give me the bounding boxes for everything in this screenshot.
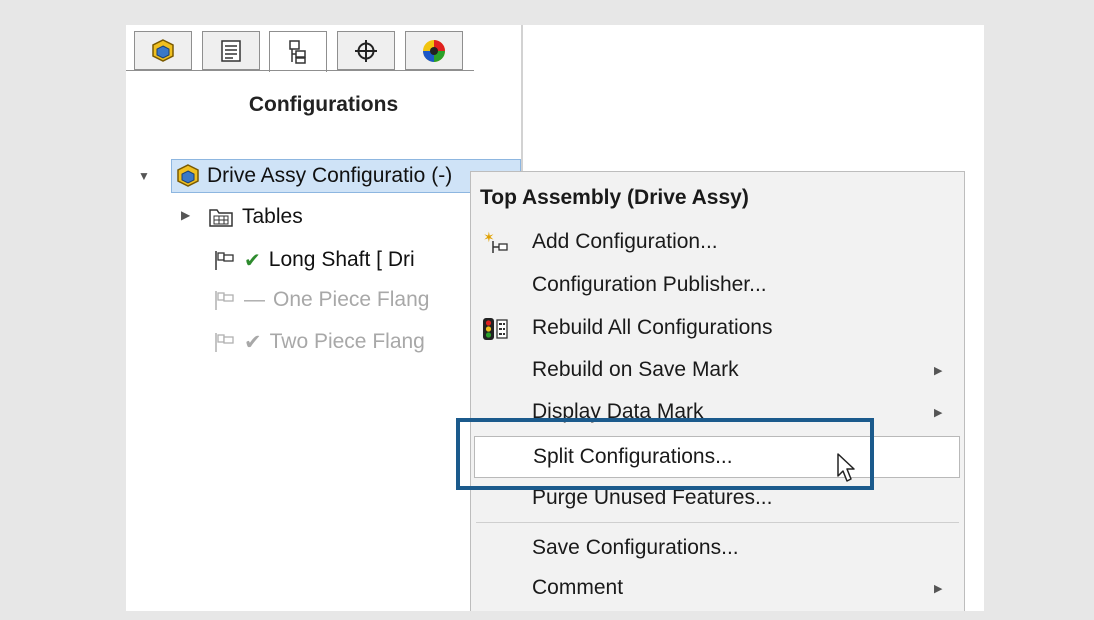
feature-manager-panel: Configurations ▼ Drive Assy Configuratio… [126, 25, 523, 611]
expand-arrow-icon[interactable]: ▶ [181, 208, 190, 222]
collapse-arrow-icon[interactable]: ▼ [138, 169, 150, 183]
submenu-arrow-icon: ▶ [934, 364, 943, 377]
check-icon: ✔ [244, 249, 261, 272]
config-row-one-piece[interactable]: — One Piece Flang [212, 283, 429, 317]
menu-item-label: Rebuild All Configurations [532, 316, 773, 339]
tab-bar-baseline [126, 70, 474, 71]
menu-item-configuration-publisher[interactable]: Configuration Publisher... [471, 267, 964, 303]
menu-item-save-configurations[interactable]: Save Configurations... [471, 530, 964, 566]
submenu-arrow-icon: ▶ [934, 582, 943, 595]
tab-property-manager[interactable] [202, 31, 260, 70]
menu-item-label: Add Configuration... [532, 230, 718, 253]
color-wheel-icon [423, 39, 445, 62]
menu-item-label: Comment [532, 576, 624, 599]
tree-root-label: Drive Assy Configuratio [207, 164, 426, 187]
config-label: Two Piece Flang [269, 330, 425, 353]
menu-item-add-configuration[interactable]: ✶ Add Configuration... [471, 224, 964, 260]
tab-configuration-manager[interactable] [269, 31, 327, 72]
dash-icon: — [244, 288, 265, 311]
config-row-two-piece[interactable]: ✔ Two Piece Flang [212, 325, 425, 359]
menu-item-label: Configuration Publisher... [532, 273, 767, 296]
menu-header: Top Assembly (Drive Assy) [480, 186, 749, 209]
assembly-icon [152, 38, 174, 62]
crosshair-icon [355, 39, 377, 62]
panel-title: Configurations [248, 93, 399, 116]
context-menu: Top Assembly (Drive Assy) ✶ Add Configur… [470, 171, 965, 611]
menu-item-label: Save Configurations... [532, 536, 739, 559]
tree-item-label: Tables [242, 205, 303, 228]
check-icon: ✔ [244, 330, 262, 354]
configuration-icon [215, 251, 234, 270]
window-frame: Configurations ▼ Drive Assy Configuratio… [126, 25, 984, 611]
assembly-icon [177, 164, 199, 187]
table-folder-icon [209, 209, 233, 227]
config-row-long-shaft[interactable]: ✔ Long Shaft [ Dri [212, 243, 415, 277]
configuration-icon [215, 333, 234, 352]
property-list-icon [221, 39, 241, 62]
tree-root-node[interactable]: Drive Assy Configuratio (-) [171, 159, 521, 193]
tab-feature-manager[interactable] [134, 31, 192, 70]
config-label: Long Shaft [ Dri [268, 248, 415, 271]
configuration-icon [215, 291, 234, 310]
menu-item-comment[interactable]: Comment ▶ [471, 570, 964, 606]
menu-item-label: Rebuild on Save Mark [532, 358, 739, 381]
callout-highlight-box [456, 418, 874, 490]
menu-separator [476, 522, 959, 523]
manager-tab-bar [126, 25, 521, 75]
menu-item-rebuild-all[interactable]: Rebuild All Configurations [471, 310, 964, 346]
config-label: One Piece Flang [273, 288, 430, 311]
tab-display-manager[interactable] [405, 31, 463, 70]
tree-root-suffix: (-) [431, 164, 453, 187]
mouse-pointer-icon [837, 453, 855, 482]
traffic-light-icon [483, 318, 508, 340]
tab-dimxpert-manager[interactable] [337, 31, 395, 70]
configuration-tree-icon [289, 40, 306, 64]
add-configuration-icon: ✶ [483, 231, 508, 253]
menu-item-rebuild-on-save-mark[interactable]: Rebuild on Save Mark ▶ [471, 352, 964, 388]
tree-item-tables[interactable]: Tables [208, 200, 303, 234]
submenu-arrow-icon: ▶ [934, 406, 943, 419]
